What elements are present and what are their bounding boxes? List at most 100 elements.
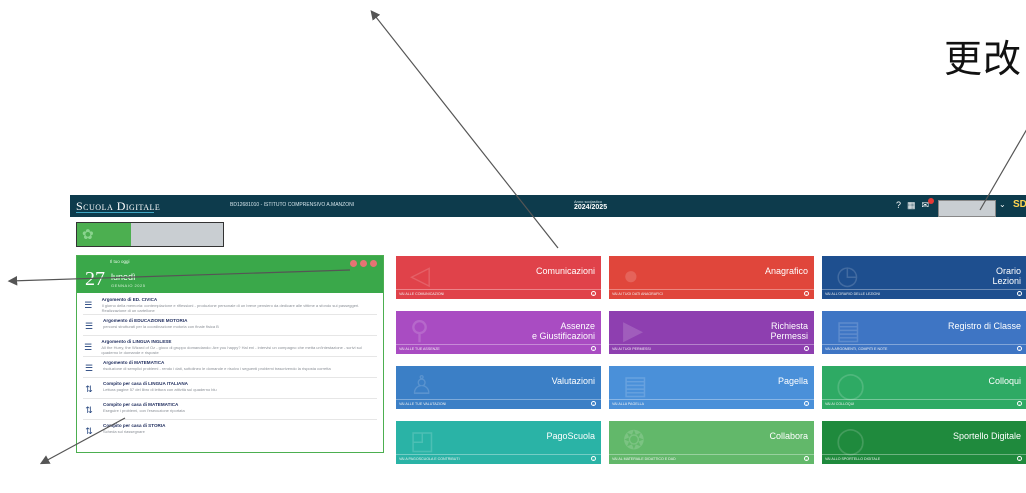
tile-bg-icon: ◰ — [410, 425, 435, 455]
arrow-right-icon[interactable]: › — [1017, 346, 1022, 351]
tile-colloqui[interactable]: ◯ Colloqui VAI AI COLLOQUI › — [822, 366, 1026, 409]
tile-bg-icon: ● — [623, 260, 639, 290]
today-card-header: Il tuo oggi 27 lunedì GENNAIO 2025 — [77, 256, 383, 293]
tile-link[interactable]: VAI A ARGOMENTI, COMPITI E NOTE — [825, 347, 887, 351]
card-control-dot[interactable] — [360, 260, 367, 267]
tile-divider — [396, 344, 601, 345]
today-eyebrow: Il tuo oggi — [110, 259, 130, 264]
tile-bg-icon: ◯ — [836, 370, 866, 400]
brand-underline — [76, 212, 154, 213]
tile-link[interactable]: VAI AI TUOI PERMESSI — [612, 347, 651, 351]
tile-bg-icon: ◯ — [836, 425, 866, 455]
school-year-value[interactable]: 2024/2025 — [574, 204, 607, 211]
arrow-right-icon[interactable]: › — [591, 291, 596, 296]
list-item[interactable]: ⇅ Compito per casa di LINGUA ITALIANA Lett… — [83, 378, 377, 399]
tile-label: Collabora — [769, 431, 808, 441]
tile-divider — [396, 454, 601, 455]
arrow-right-icon[interactable]: › — [804, 456, 809, 461]
tile-pagella[interactable]: ▤ Pagella VAI ALLA PAGELLA › — [609, 366, 814, 409]
tile-divider — [822, 454, 1026, 455]
help-icon[interactable]: ? — [896, 200, 901, 211]
tile-link[interactable]: VAI ALL'ORARIO DELLE LEZIONI — [825, 292, 880, 296]
item-desc: All the Hurry, the Wizard of Oz - gioco … — [101, 344, 362, 356]
tile-richiesta-permessi[interactable]: ▶ Richiesta Permessi VAI AI TUOI PERMESSI › — [609, 311, 814, 354]
tile-link[interactable]: VAI ALLE COMUNICAZIONI — [399, 292, 444, 296]
tile-sportello-digitale[interactable]: ◯ Sportello Digitale VAI ALLO SPORTELLO DI… — [822, 421, 1026, 464]
tile-collabora[interactable]: ❂ Collabora VAI AL MATERIALE DIDATTICO E D… — [609, 421, 814, 464]
tile-label: Richiesta Permessi — [770, 321, 808, 342]
tile-registro-di-classe[interactable]: ▤ Registro di Classe VAI A ARGOMENTI, COMP… — [822, 311, 1026, 354]
tile-bg-icon: ▤ — [836, 315, 861, 345]
item-desc: Scheda sul riassegnare — [103, 428, 145, 434]
tile-anagrafico[interactable]: ● Anagrafico VAI AI TUOI DATI ANAGRAFICI › — [609, 256, 814, 299]
arrow-right-icon[interactable]: › — [804, 401, 809, 406]
item-desc: Il giorno della memoria: contemplazione … — [101, 302, 360, 314]
card-control-dot[interactable] — [370, 260, 377, 267]
arrow-right-icon[interactable]: › — [591, 346, 596, 351]
overlay-annotation-text: 更改 — [944, 37, 1023, 81]
tile-link[interactable]: VAI A PAGOSCUOLA E CONTRIBUTI — [399, 457, 460, 461]
tile-label: Comunicazioni — [535, 266, 595, 276]
tile-pagoscuola[interactable]: ◰ PagoScuola VAI A PAGOSCUOLA E CONTRIBUTI… — [396, 421, 601, 464]
tile-bg-icon: ▶ — [623, 315, 643, 345]
tile-link[interactable]: VAI AI TUOI DATI ANAGRAFICI — [612, 292, 663, 296]
tile-link[interactable]: VAI AL MATERIALE DIDATTICO E DAD — [612, 457, 676, 461]
card-control-dot[interactable] — [350, 260, 357, 267]
tile-divider — [396, 399, 601, 400]
list-item[interactable]: ☰ Argomento di ED. CIVICA Il giorno della … — [83, 294, 377, 315]
arrow-right-icon[interactable]: › — [1017, 401, 1022, 406]
tile-divider — [609, 399, 814, 400]
card-controls — [350, 260, 377, 267]
sd-label[interactable]: SD — [1013, 199, 1026, 210]
tile-divider — [609, 454, 814, 455]
tile-comunicazioni[interactable]: ◁ Comunicazioni VAI ALLE COMUNICAZIONI › — [396, 256, 601, 299]
item-desc: Eseguire i problemi, con l'esecuzione ri… — [103, 407, 185, 413]
today-day-number: 27 — [85, 268, 105, 290]
tile-divider — [609, 289, 814, 290]
list-item[interactable]: ☰ Argomento di EDUCAZIONE MOTORIA percorsi… — [83, 315, 377, 336]
list-item[interactable]: ☰ Argomento di MATEMATICA risoluzione di s… — [83, 357, 377, 378]
tile-label: Sportello Digitale — [952, 431, 1021, 441]
notification-badge — [928, 198, 934, 204]
header-icons: ? ▦ ✉ — [896, 200, 929, 211]
tile-bg-icon: ❂ — [623, 425, 645, 455]
homework-icon: ⇅ — [85, 426, 93, 436]
tile-label: Colloqui — [988, 376, 1021, 386]
list-item[interactable]: ⇅ Compito per casa di STORIA Scheda sul ri… — [83, 420, 377, 441]
tile-link[interactable]: VAI ALLE TUE VALUTAZIONI — [399, 402, 446, 406]
item-desc: percorsi strutturati per la coordinazion… — [103, 323, 219, 329]
tile-divider — [396, 289, 601, 290]
student-avatar-icon: ✿ — [82, 226, 94, 242]
tile-link[interactable]: VAI ALLA PAGELLA — [612, 402, 644, 406]
arrow-right-icon[interactable]: › — [804, 346, 809, 351]
arrow-right-icon[interactable]: › — [591, 456, 596, 461]
arrow-right-icon[interactable]: › — [804, 291, 809, 296]
list-icon: ☰ — [84, 363, 94, 373]
tile-link[interactable]: VAI ALLE TUE ASSENZE — [399, 347, 440, 351]
tile-link[interactable]: VAI ALLO SPORTELLO DIGITALE — [825, 457, 880, 461]
arrow-right-icon[interactable]: › — [591, 401, 596, 406]
tile-assenze-e-giustificazioni[interactable]: ⚲ Assenze e Giustificazioni VAI ALLE TUE A… — [396, 311, 601, 354]
tile-link[interactable]: VAI AI COLLOQUI — [825, 402, 854, 406]
app-header: Scuola Digitale BD12681010 - ISTITUTO CO… — [70, 195, 1026, 217]
calendar-icon[interactable]: ▦ — [907, 200, 916, 211]
tile-valutazioni[interactable]: ♙ Valutazioni VAI ALLE TUE VALUTAZIONI › — [396, 366, 601, 409]
tile-label: Anagrafico — [764, 266, 808, 276]
today-list: ☰ Argomento di ED. CIVICA Il giorno della … — [77, 293, 383, 442]
arrow-right-icon[interactable]: › — [1017, 291, 1022, 296]
tile-bg-icon: ⚲ — [410, 315, 430, 345]
user-name-redacted[interactable] — [938, 200, 996, 217]
tile-orario-lezioni[interactable]: ◷ Orario Lezioni VAI ALL'ORARIO DELLE LEZI… — [822, 256, 1026, 299]
list-item[interactable]: ☰ Argomento di LINGUA INGLESE All the Hurr… — [83, 336, 377, 357]
tile-bg-icon: ◁ — [410, 260, 430, 290]
today-weekday: lunedì — [111, 272, 136, 282]
tile-bg-icon: ▤ — [623, 370, 648, 400]
tile-label: PagoScuola — [546, 431, 595, 441]
tile-divider — [822, 289, 1026, 290]
arrow-right-icon[interactable]: › — [1017, 456, 1022, 461]
item-desc: risoluzione di semplici problemi - rendo… — [103, 365, 331, 371]
chevron-down-icon[interactable]: ⌄ — [999, 200, 1006, 209]
school-name: BD12681010 - ISTITUTO COMPRENSIVO A.MANZ… — [230, 202, 355, 208]
list-item[interactable]: ⇅ Compito per casa di MATEMATICA Eseguire … — [83, 399, 377, 420]
tile-label: Assenze e Giustificazioni — [531, 321, 595, 342]
